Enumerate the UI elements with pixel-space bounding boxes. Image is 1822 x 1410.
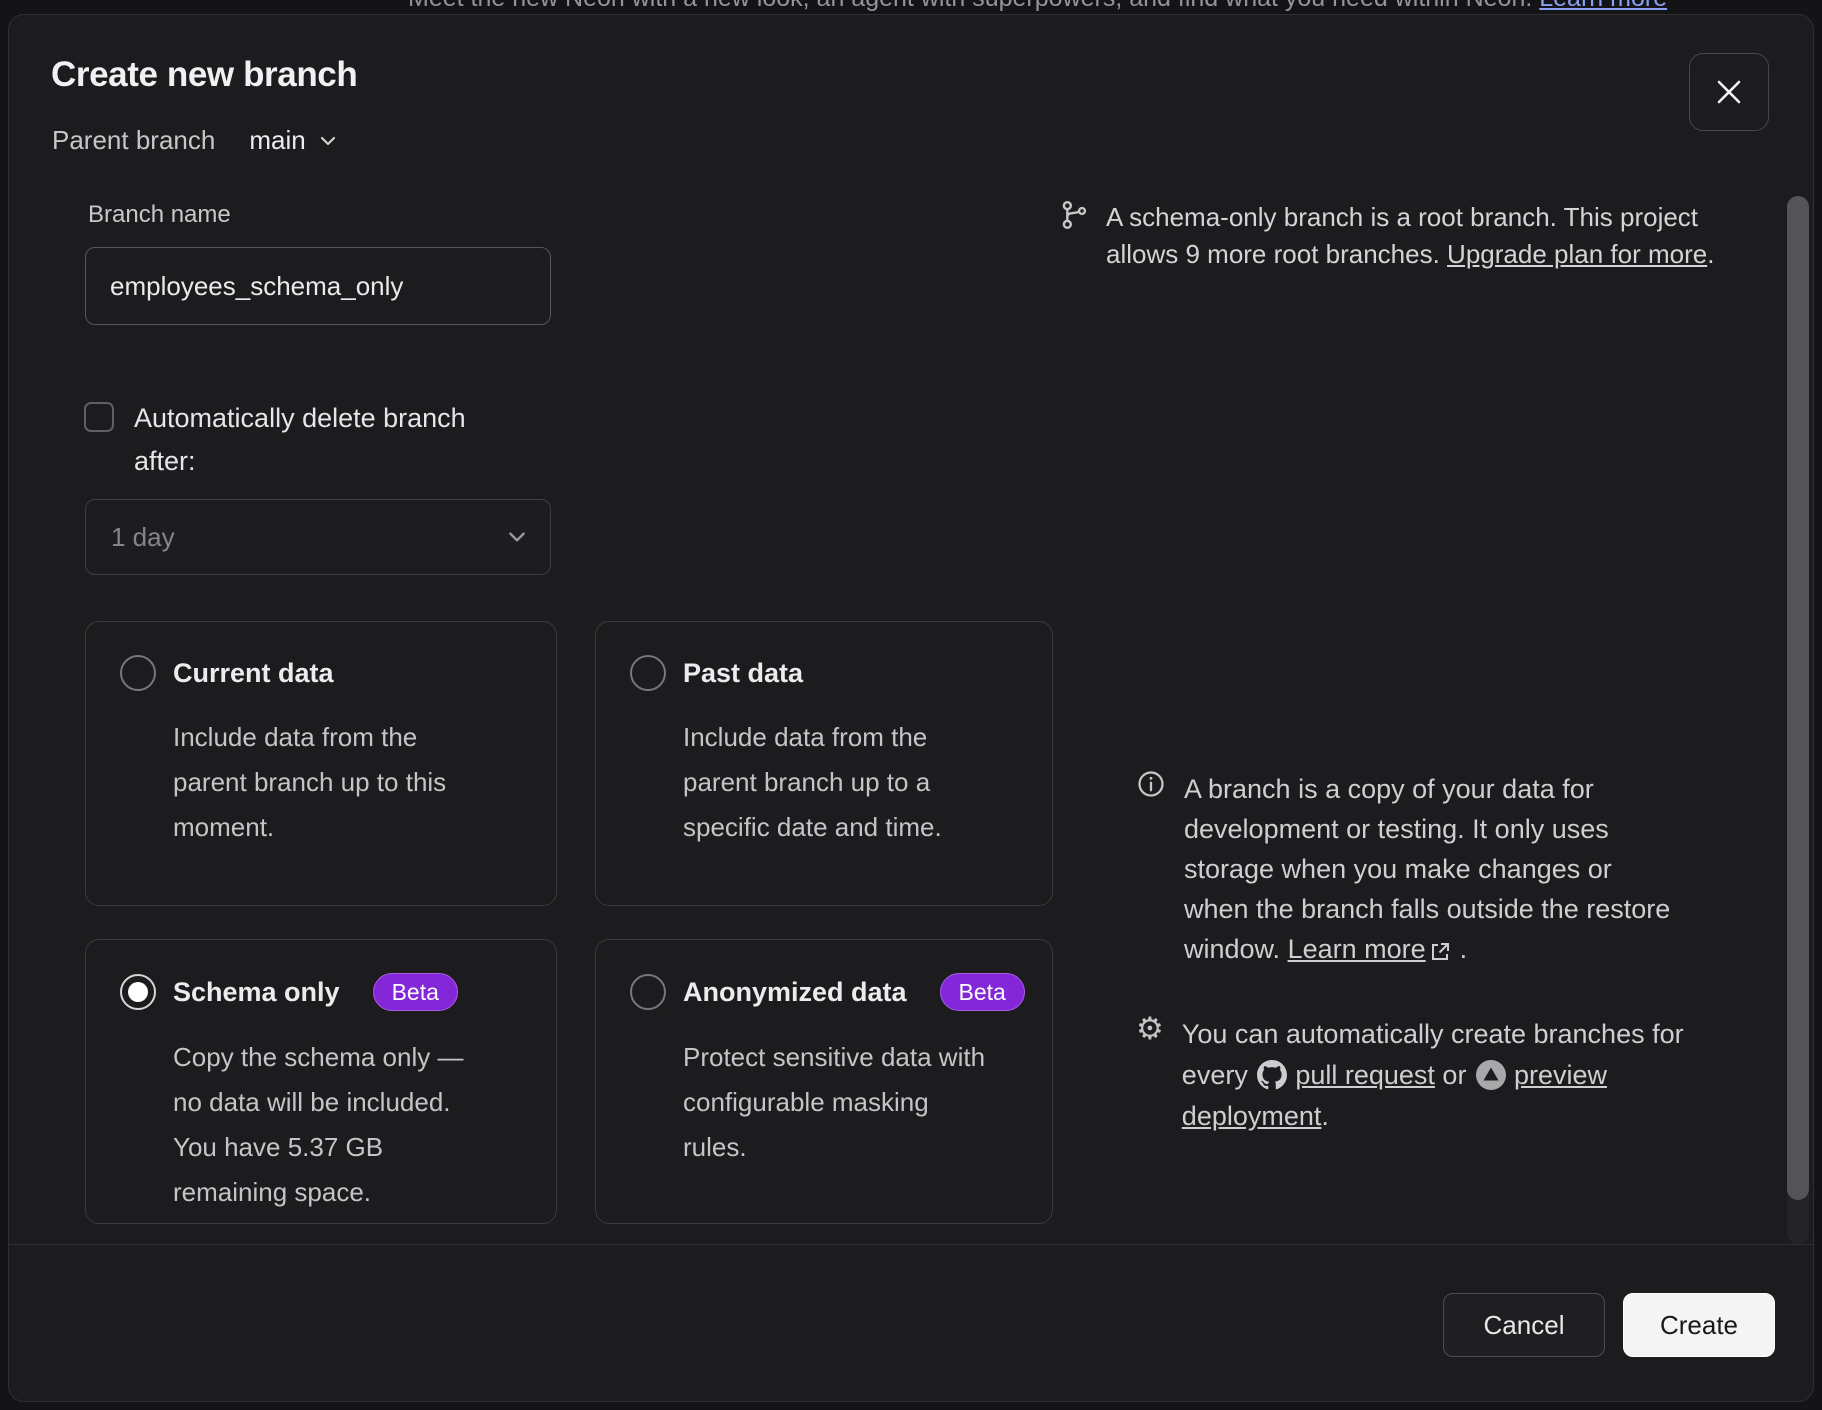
vercel-icon <box>1476 1060 1506 1090</box>
option-card-schema-only[interactable]: Schema only Beta Copy the schema only — … <box>85 939 557 1224</box>
branch-icon <box>1058 199 1090 231</box>
banner-learn-more-link[interactable]: Learn more <box>1539 0 1667 12</box>
delete-after-select[interactable]: 1 day <box>85 499 551 575</box>
scrollbar-track[interactable] <box>1787 196 1809 1244</box>
upgrade-plan-link[interactable]: Upgrade plan for more <box>1447 239 1707 269</box>
branch-info-text: A branch is a copy of your data for deve… <box>1184 774 1670 964</box>
option-description: Copy the schema only — no data will be i… <box>173 1035 487 1215</box>
beta-badge: Beta <box>373 973 458 1011</box>
scrollbar-thumb[interactable] <box>1787 196 1809 1200</box>
option-card-current-data[interactable]: Current data Include data from the paren… <box>85 621 557 906</box>
banner-text: Meet the new Neon with a new look, an ag… <box>408 0 1532 12</box>
info-icon <box>1136 769 1166 799</box>
root-branch-note: A schema-only branch is a root branch. T… <box>1058 199 1738 273</box>
external-link-icon <box>1428 940 1452 964</box>
pull-request-link[interactable]: pull request <box>1295 1060 1435 1090</box>
parent-branch-label: Parent branch <box>52 125 215 156</box>
branch-name-input[interactable] <box>85 247 551 325</box>
auto-delete-label: Automatically delete branch after: <box>134 397 526 483</box>
parent-branch-dropdown[interactable]: main <box>249 125 337 156</box>
github-icon <box>1257 1060 1287 1090</box>
branch-info-note: A branch is a copy of your data for deve… <box>1136 769 1678 969</box>
option-description: Include data from the parent branch up t… <box>173 715 487 850</box>
beta-badge: Beta <box>940 973 1025 1011</box>
gear-icon: ⚙ <box>1136 1014 1164 1137</box>
option-title: Schema only <box>173 977 340 1008</box>
footer-divider <box>9 1244 1813 1245</box>
radio-anonymized-data[interactable] <box>630 974 666 1010</box>
option-description: Include data from the parent branch up t… <box>683 715 997 850</box>
chevron-down-icon <box>318 131 338 151</box>
option-title: Anonymized data <box>683 977 907 1008</box>
option-description: Protect sensitive data with configurable… <box>683 1035 997 1170</box>
radio-past-data[interactable] <box>630 655 666 691</box>
close-icon <box>1715 78 1743 106</box>
option-card-anonymized-data[interactable]: Anonymized data Beta Protect sensitive d… <box>595 939 1053 1224</box>
create-button[interactable]: Create <box>1623 1293 1775 1357</box>
branch-name-label: Branch name <box>88 201 231 229</box>
dialog-title: Create new branch <box>51 55 357 95</box>
chevron-down-icon <box>506 526 528 548</box>
top-banner: Meet the new Neon with a new look, an ag… <box>0 0 1822 13</box>
cancel-button[interactable]: Cancel <box>1443 1293 1605 1357</box>
parent-branch-row: Parent branch main <box>52 125 338 156</box>
radio-current-data[interactable] <box>120 655 156 691</box>
close-button[interactable] <box>1689 53 1769 131</box>
radio-schema-only[interactable] <box>120 974 156 1010</box>
data-option-cards: Current data Include data from the paren… <box>85 621 1053 1224</box>
create-branch-dialog: Create new branch Parent branch main Bra… <box>8 14 1814 1402</box>
parent-branch-value: main <box>249 125 305 156</box>
auto-delete-checkbox[interactable] <box>84 402 114 432</box>
option-title: Current data <box>173 658 334 689</box>
delete-after-value: 1 day <box>111 522 506 553</box>
option-card-past-data[interactable]: Past data Include data from the parent b… <box>595 621 1053 906</box>
auto-delete-row: Automatically delete branch after: <box>84 397 526 483</box>
option-title: Past data <box>683 658 803 689</box>
auto-create-note: ⚙ You can automatically create branches … <box>1136 1014 1684 1137</box>
learn-more-link[interactable]: Learn more <box>1288 934 1426 964</box>
